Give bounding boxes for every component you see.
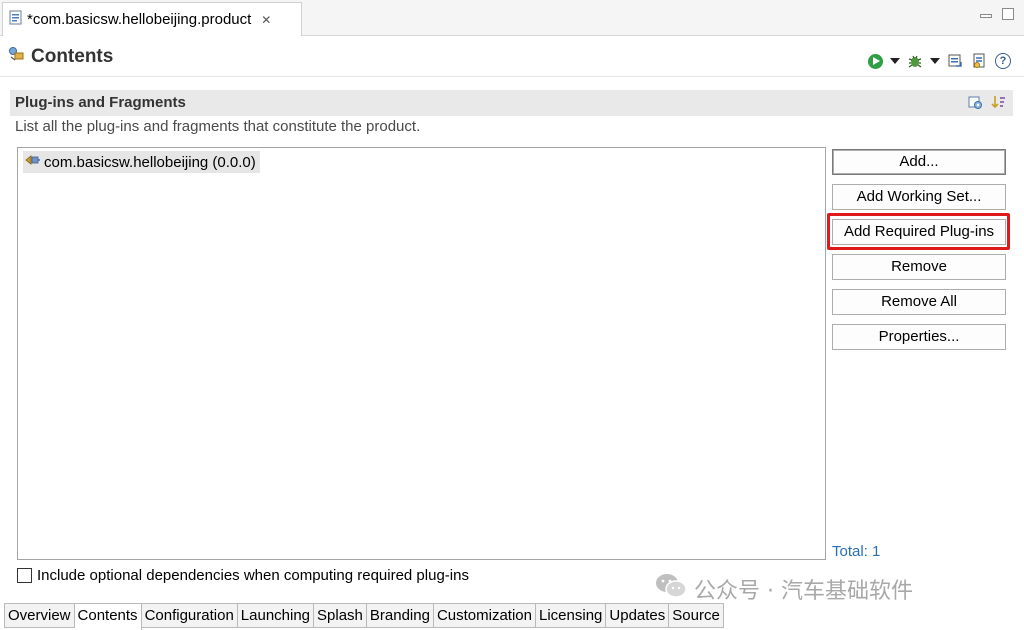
page-title: Contents: [8, 45, 113, 68]
export-icon[interactable]: [946, 52, 964, 70]
properties-icon[interactable]: [967, 94, 983, 114]
tab-customization[interactable]: Customization: [433, 603, 536, 628]
plugins-icon: [8, 45, 25, 68]
remove-all-button[interactable]: Remove All: [832, 289, 1006, 315]
tab-licensing[interactable]: Licensing: [536, 603, 607, 628]
wechat-icon: [654, 572, 688, 606]
sort-icon[interactable]: [991, 94, 1007, 114]
header-toolbar: ?: [866, 52, 1012, 70]
remove-button[interactable]: Remove: [832, 254, 1006, 280]
editor-tab[interactable]: *com.basicsw.hellobeijing.product ✕: [2, 2, 302, 36]
tab-updates[interactable]: Updates: [606, 603, 670, 628]
minimize-icon[interactable]: [980, 14, 992, 18]
debug-icon[interactable]: [906, 52, 924, 70]
run-icon[interactable]: [866, 52, 884, 70]
tab-overview[interactable]: Overview: [4, 603, 75, 628]
editor-tab-title: *com.basicsw.hellobeijing.product: [27, 11, 252, 28]
properties-button[interactable]: Properties...: [832, 324, 1006, 350]
section-title: Plug-ins and Fragments: [15, 94, 186, 111]
section-toolbar: [967, 94, 1007, 114]
optional-dependencies-checkbox[interactable]: [17, 568, 32, 583]
watermark: 公众号 · 汽车基础软件: [654, 572, 913, 606]
product-file-icon: [9, 10, 23, 29]
editor-tabbar: *com.basicsw.hellobeijing.product ✕: [0, 0, 1024, 36]
tab-source[interactable]: Source: [669, 603, 724, 628]
section-header: Plug-ins and Fragments: [10, 90, 1013, 116]
product-sync-icon[interactable]: [970, 52, 988, 70]
list-item[interactable]: com.basicsw.hellobeijing (0.0.0): [23, 151, 260, 173]
section-description: List all the plug-ins and fragments that…: [15, 118, 421, 135]
form-title-text: Contents: [31, 45, 114, 67]
debug-dropdown-chevron-icon[interactable]: [930, 58, 940, 64]
add-required-plugins-button[interactable]: Add Required Plug-ins: [832, 219, 1006, 245]
watermark-text: 公众号 · 汽车基础软件: [694, 579, 913, 604]
tab-configuration[interactable]: Configuration: [141, 603, 238, 628]
plugin-list[interactable]: com.basicsw.hellobeijing (0.0.0): [17, 147, 826, 560]
form-header: Contents ?: [0, 37, 1024, 77]
plugin-label: com.basicsw.hellobeijing (0.0.0): [44, 153, 256, 171]
tab-splash[interactable]: Splash: [314, 603, 367, 628]
add-working-set-button[interactable]: Add Working Set...: [832, 184, 1006, 210]
maximize-icon[interactable]: [1002, 8, 1014, 20]
tab-branding[interactable]: Branding: [366, 603, 434, 628]
window-controls: [980, 8, 1014, 20]
total-count: Total: 1: [832, 543, 881, 560]
bottom-tabs: Overview Contents Configuration Launchin…: [4, 603, 724, 630]
help-icon[interactable]: ?: [994, 52, 1012, 70]
run-dropdown-chevron-icon[interactable]: [890, 58, 900, 64]
add-button[interactable]: Add...: [832, 149, 1006, 175]
close-icon[interactable]: ✕: [261, 13, 271, 27]
optional-dependencies-row[interactable]: Include optional dependencies when compu…: [17, 567, 469, 584]
tab-contents[interactable]: Contents: [74, 603, 142, 630]
optional-dependencies-label: Include optional dependencies when compu…: [37, 567, 469, 584]
plugin-icon: [25, 153, 41, 171]
tab-launching[interactable]: Launching: [237, 603, 315, 628]
